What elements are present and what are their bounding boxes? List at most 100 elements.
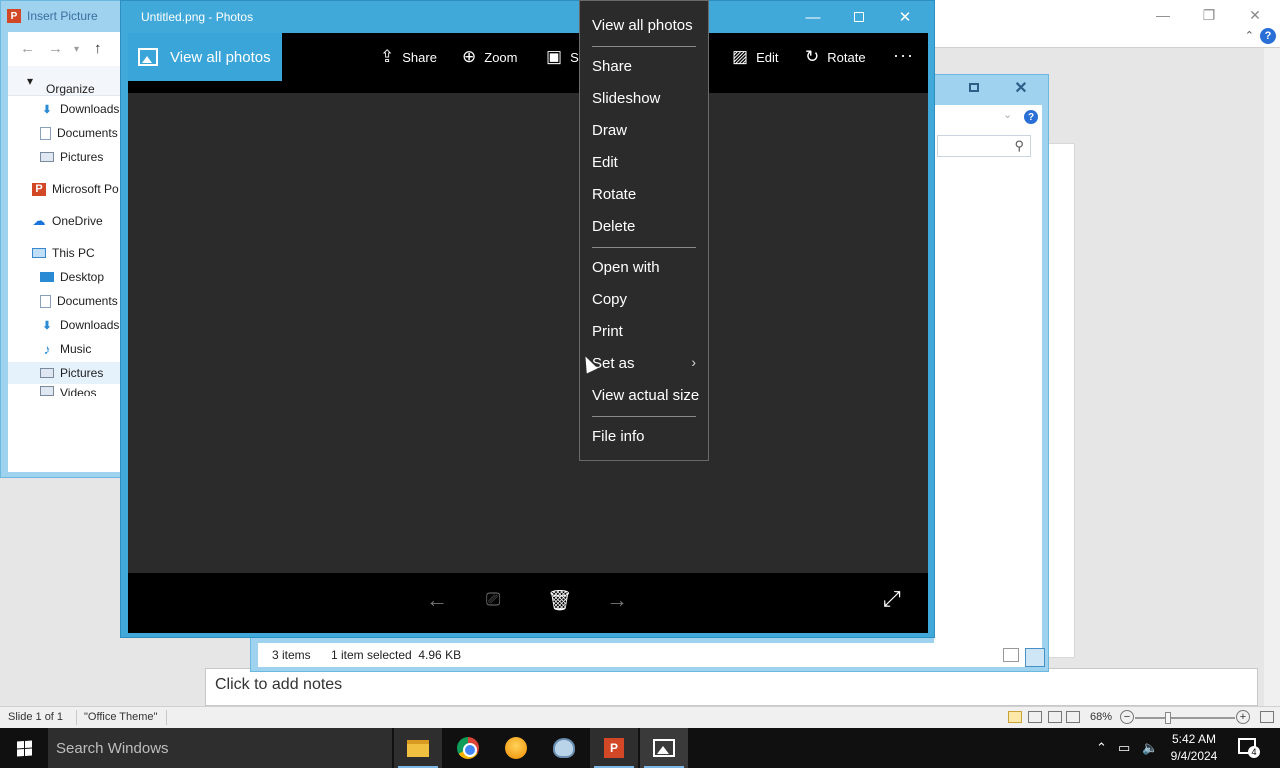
document-icon (40, 294, 51, 308)
fullscreen-icon[interactable]: ⤢ (883, 586, 901, 612)
notes-placeholder: Click to add notes (215, 676, 343, 693)
menu-item-edit[interactable]: Edit (580, 146, 708, 178)
ppt-status-bar: Slide 1 of 1 "Office Theme" 68% − + (0, 706, 1280, 728)
file-dialog-help-icon[interactable]: ? (1024, 110, 1038, 124)
tree-item-videos[interactable]: Videos (8, 386, 122, 396)
tree-item-microsoft-powerpoint[interactable]: P Microsoft Po (8, 178, 122, 200)
previous-arrow-icon[interactable]: ← (426, 587, 448, 613)
zoom-slider-thumb[interactable] (1165, 712, 1171, 724)
edit-icon: ▨ (732, 47, 749, 66)
rotate-button[interactable]: ↻ Rotate (805, 33, 866, 81)
organize-toolbar: Organize ▾ (8, 66, 122, 96)
menu-item-draw[interactable]: Draw (580, 114, 708, 146)
menu-item-share[interactable]: Share (580, 50, 708, 82)
slide-canvas[interactable] (1048, 143, 1075, 658)
menu-item-file-info[interactable]: File info (580, 420, 708, 452)
file-search-input[interactable]: ⚲ (937, 135, 1031, 157)
edit-button[interactable]: ▨ Edit (732, 33, 778, 81)
notification-count: 4 (1248, 746, 1260, 758)
menu-item-open-with[interactable]: Open with (580, 251, 708, 283)
video-icon (40, 386, 54, 396)
insert-picture-title: Insert Picture (27, 9, 98, 23)
zoom-out-button[interactable]: − (1120, 710, 1134, 724)
file-dialog-status-bar: 3 items 1 item selected 4.96 KB (258, 643, 1045, 667)
tree-item-pictures[interactable]: Pictures (8, 146, 122, 168)
organize-button[interactable]: Organize ▾ (27, 74, 95, 96)
thumbnail-view-icon[interactable] (1025, 648, 1045, 667)
slide-indicator: Slide 1 of 1 (8, 711, 64, 723)
tree-item-onedrive[interactable]: ☁ OneDrive (8, 210, 122, 232)
normal-view-icon[interactable] (1008, 711, 1022, 723)
volume-icon[interactable]: 🔈 (1142, 728, 1158, 768)
ribbon-collapse-icon[interactable]: ⌃ (1245, 29, 1254, 42)
tree-item-downloads[interactable]: ⬇ Downloads (8, 98, 122, 120)
menu-item-copy[interactable]: Copy (580, 283, 708, 315)
help-icon[interactable]: ? (1260, 28, 1276, 44)
details-view-icon[interactable] (1003, 648, 1019, 662)
menu-item-set-as[interactable]: Set as › (580, 347, 708, 379)
menu-item-slideshow[interactable]: Slideshow (580, 82, 708, 114)
desktop-icon (40, 272, 54, 282)
photos-close-button[interactable]: ✕ (883, 3, 927, 31)
up-arrow-icon[interactable]: ↑ (94, 40, 102, 57)
taskbar-powerpoint[interactable]: P (590, 728, 638, 768)
tree-item-documents[interactable]: Documents (8, 122, 122, 144)
network-icon[interactable]: ▭ (1118, 728, 1130, 768)
recent-dropdown-icon[interactable]: ▾ (74, 44, 79, 55)
tree-item-music[interactable]: ♪ Music (8, 338, 122, 360)
photo-viewer[interactable] (128, 93, 928, 573)
taskbar-clock[interactable]: 5:42 AM 9/4/2024 (1165, 731, 1223, 765)
powerpoint-icon: P (7, 9, 21, 23)
ppt-vertical-scrollbar[interactable] (1264, 48, 1280, 708)
taskbar-file-explorer[interactable] (394, 728, 442, 768)
zoom-button[interactable]: ⊕ Zoom (462, 33, 517, 81)
taskbar-chrome[interactable] (444, 728, 492, 768)
slide-sorter-icon[interactable] (1028, 711, 1042, 723)
taskbar-search-input[interactable]: Search Windows (48, 728, 392, 768)
menu-separator (592, 416, 696, 417)
slideshow-button[interactable]: ▣ S (546, 33, 579, 81)
address-dropdown-icon[interactable]: ⌄ (1003, 108, 1012, 121)
show-hidden-icons[interactable]: ⌃ (1096, 728, 1107, 768)
ppt-close-button[interactable]: ✕ (1232, 2, 1278, 28)
menu-item-delete[interactable]: Delete (580, 210, 708, 242)
notes-pane[interactable]: Click to add notes (205, 668, 1258, 706)
powerpoint-icon: P (604, 738, 624, 758)
slideshow-view-icon[interactable] (1066, 711, 1080, 723)
ppt-restore-button[interactable]: ❐ (1186, 2, 1232, 28)
delete-icon[interactable]: 🗑 (547, 588, 572, 613)
more-options-icon[interactable]: ··· (893, 45, 914, 66)
photos-minimize-button[interactable]: — (791, 3, 835, 31)
tree-item-this-pc[interactable]: This PC (8, 242, 122, 264)
photos-maximize-button[interactable] (837, 3, 881, 31)
reading-view-icon[interactable] (1048, 711, 1062, 723)
photo-top-strip (128, 81, 928, 93)
add-to-album-icon[interactable]: ⎚ (486, 589, 500, 610)
tree-item-downloads-pc[interactable]: ⬇ Downloads (8, 314, 122, 336)
view-all-photos-button[interactable]: View all photos (128, 33, 282, 81)
menu-item-view-actual-size[interactable]: View actual size (580, 379, 708, 411)
fit-slide-icon[interactable] (1260, 711, 1274, 723)
tree-item-desktop[interactable]: Desktop (8, 266, 122, 288)
taskbar-photos[interactable] (640, 728, 688, 768)
tree-item-pictures-pc[interactable]: Pictures (8, 362, 122, 384)
menu-item-print[interactable]: Print (580, 315, 708, 347)
next-arrow-icon[interactable]: → (606, 587, 628, 613)
start-button[interactable] (0, 728, 48, 768)
file-dialog-maximize-button[interactable] (969, 83, 979, 92)
tree-item-documents-pc[interactable]: Documents (8, 290, 122, 312)
ppt-minimize-button[interactable]: — (1140, 2, 1186, 28)
share-button[interactable]: ⇪ Share (380, 33, 437, 81)
zoom-level[interactable]: 68% (1090, 711, 1112, 723)
taskbar-orange-app[interactable] (492, 728, 540, 768)
file-dialog-close-button[interactable]: ✕ (1009, 77, 1033, 99)
zoom-in-button[interactable]: + (1236, 710, 1250, 724)
menu-item-view-all-photos[interactable]: View all photos (580, 9, 708, 41)
rotate-icon: ↻ (805, 47, 820, 66)
back-arrow-icon[interactable]: ← (20, 40, 35, 57)
taskbar-paint[interactable] (540, 728, 588, 768)
forward-arrow-icon[interactable]: → (48, 40, 63, 57)
menu-item-rotate[interactable]: Rotate (580, 178, 708, 210)
items-count: 3 items (272, 648, 311, 662)
zoom-slider-track[interactable] (1135, 717, 1235, 719)
